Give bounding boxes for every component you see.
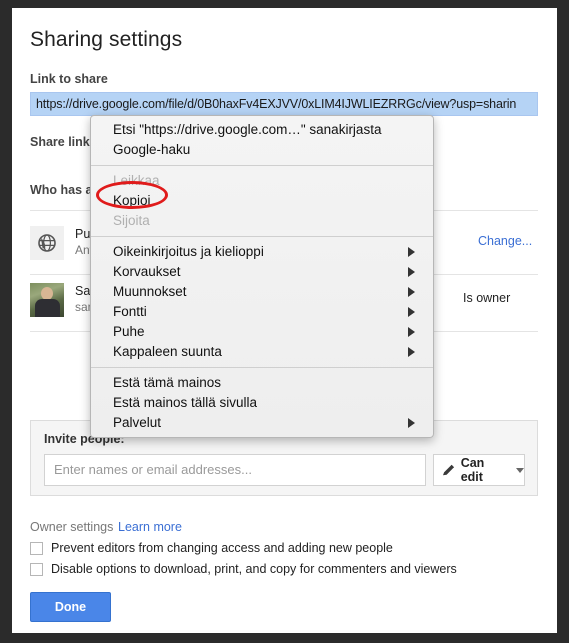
checkbox[interactable] [30, 562, 43, 576]
submenu-arrow-icon [408, 327, 415, 337]
context-menu-item-label: Leikkaa [113, 173, 160, 188]
context-menu-item-label: Palvelut [113, 415, 162, 430]
globe-icon [30, 226, 64, 260]
context-menu[interactable]: Etsi "https://drive.google.com…" sanakir… [90, 115, 434, 438]
avatar-torso [35, 299, 60, 317]
link-to-share-value: https://drive.google.com/file/d/0B0haxFv… [31, 93, 537, 115]
link-to-share-label: Link to share [30, 72, 108, 86]
page-title: Sharing settings [30, 28, 183, 51]
owner-status: Is owner [463, 291, 511, 305]
context-menu-item-label: Etsi "https://drive.google.com…" sanakir… [113, 122, 382, 137]
context-menu-item[interactable]: Kopioi [91, 191, 433, 211]
submenu-arrow-icon [408, 347, 415, 357]
context-menu-item-label: Estä tämä mainos [113, 375, 222, 390]
permission-dropdown-button[interactable]: Can edit [433, 454, 525, 486]
context-menu-item-label: Sijoita [113, 213, 150, 228]
context-menu-item-label: Korvaukset [113, 264, 181, 279]
context-menu-item: Leikkaa [91, 171, 433, 191]
submenu-arrow-icon [408, 287, 415, 297]
menu-separator [91, 236, 433, 237]
context-menu-item-label: Kopioi [113, 193, 151, 208]
sharing-settings-dialog: Sharing settings Link to share https://d… [12, 8, 557, 633]
done-button[interactable]: Done [30, 592, 111, 622]
link-to-share-input[interactable]: https://drive.google.com/file/d/0B0haxFv… [30, 92, 538, 116]
context-menu-item-label: Fontti [113, 304, 147, 319]
permission-label: Can edit [460, 456, 485, 484]
context-menu-item[interactable]: Etsi "https://drive.google.com…" sanakir… [91, 120, 433, 140]
checkbox-row-prevent-editors[interactable]: Prevent editors from changing access and… [30, 541, 393, 555]
menu-separator [91, 165, 433, 166]
context-menu-item[interactable]: Kappaleen suunta [91, 342, 433, 362]
checkbox-row-disable-download[interactable]: Disable options to download, print, and … [30, 562, 457, 576]
owner-settings-label: Owner settings [30, 520, 114, 534]
change-access-link[interactable]: Change... [478, 234, 532, 248]
context-menu-item-label: Google-haku [113, 142, 191, 157]
pencil-icon [442, 464, 455, 476]
context-menu-item-label: Puhe [113, 324, 145, 339]
context-menu-item: Sijoita [91, 211, 433, 231]
context-menu-item[interactable]: Fontti [91, 302, 433, 322]
checkbox-label: Prevent editors from changing access and… [51, 541, 393, 555]
context-menu-item[interactable]: Puhe [91, 322, 433, 342]
context-menu-item-label: Muunnokset [113, 284, 187, 299]
context-menu-item[interactable]: Google-haku [91, 140, 433, 160]
context-menu-item-label: Estä mainos tällä sivulla [113, 395, 258, 410]
context-menu-item[interactable]: Oikeinkirjoitus ja kielioppi [91, 242, 433, 262]
checkbox[interactable] [30, 541, 43, 555]
chevron-down-icon [516, 467, 524, 473]
context-menu-item[interactable]: Korvaukset [91, 262, 433, 282]
submenu-arrow-icon [408, 267, 415, 277]
context-menu-item[interactable]: Estä mainos tällä sivulla [91, 393, 433, 413]
invite-people-input[interactable]: Enter names or email addresses... [44, 454, 426, 486]
avatar [30, 283, 64, 317]
context-menu-item[interactable]: Palvelut [91, 413, 433, 433]
context-menu-item-label: Kappaleen suunta [113, 344, 222, 359]
context-menu-item-label: Oikeinkirjoitus ja kielioppi [113, 244, 264, 259]
menu-separator [91, 367, 433, 368]
checkbox-label: Disable options to download, print, and … [51, 562, 457, 576]
context-menu-item[interactable]: Muunnokset [91, 282, 433, 302]
context-menu-item[interactable]: Estä tämä mainos [91, 373, 433, 393]
submenu-arrow-icon [408, 418, 415, 428]
learn-more-link[interactable]: Learn more [118, 520, 182, 534]
submenu-arrow-icon [408, 307, 415, 317]
submenu-arrow-icon [408, 247, 415, 257]
